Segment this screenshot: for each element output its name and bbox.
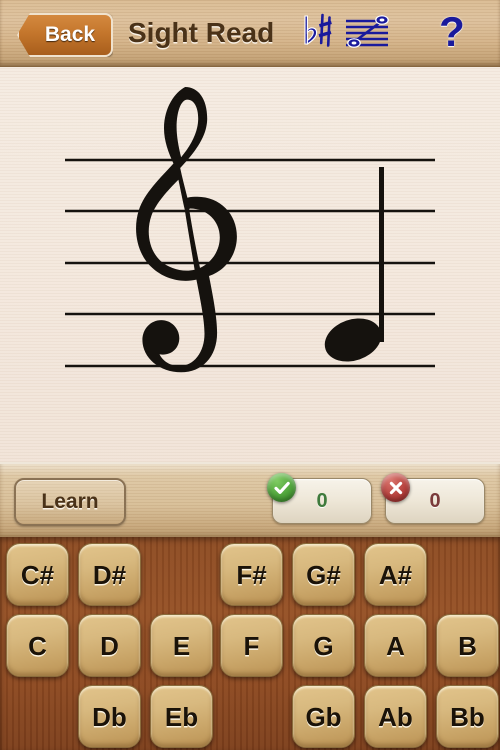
note-key[interactable]: C bbox=[6, 614, 69, 677]
note-key[interactable]: Db bbox=[78, 685, 141, 748]
note-key-label: Eb bbox=[164, 701, 199, 732]
note-key[interactable]: D# bbox=[78, 543, 141, 606]
note-key-label: G# bbox=[306, 559, 341, 590]
note-key[interactable]: E bbox=[150, 614, 213, 677]
back-button-label: Back bbox=[44, 23, 96, 46]
note-key-label: Gb bbox=[305, 701, 342, 732]
note-key[interactable]: F# bbox=[220, 543, 283, 606]
note-key-label: C# bbox=[20, 559, 55, 590]
note-key-label: Bb bbox=[450, 701, 485, 732]
note-key[interactable]: F bbox=[220, 614, 283, 677]
note-key-label: D bbox=[100, 630, 119, 661]
note-key-label: C bbox=[28, 630, 47, 661]
music-staff bbox=[65, 87, 435, 373]
note-key-label: B bbox=[458, 630, 477, 661]
note-key-label: Db bbox=[92, 701, 127, 732]
back-button[interactable]: Back bbox=[17, 13, 113, 57]
question-mark-icon[interactable]: ? bbox=[432, 6, 472, 58]
note-key[interactable]: G bbox=[292, 614, 355, 677]
note-key-label: A bbox=[386, 630, 405, 661]
note-key[interactable]: A# bbox=[364, 543, 427, 606]
learn-button[interactable]: Learn bbox=[14, 478, 126, 526]
note-key-label: F# bbox=[236, 559, 267, 590]
note-stem bbox=[379, 167, 384, 342]
note-key[interactable]: G# bbox=[292, 543, 355, 606]
note-key-label: F bbox=[243, 630, 260, 661]
correct-score-value: 0 bbox=[316, 489, 328, 512]
note-key[interactable]: Gb bbox=[292, 685, 355, 748]
control-bar: Learn 0 0 bbox=[0, 462, 500, 539]
page-title: Sight Read bbox=[128, 17, 275, 48]
treble-clef-icon bbox=[136, 87, 237, 373]
note-key-label: Ab bbox=[378, 701, 413, 732]
wrong-score-value: 0 bbox=[429, 489, 441, 512]
note-head bbox=[324, 318, 382, 362]
note-key-label: G bbox=[313, 630, 334, 661]
flat-sharp-icon[interactable] bbox=[297, 6, 339, 58]
note-key[interactable]: B bbox=[436, 614, 499, 677]
app-root: Back Sight Read ? Learn 0 0 C# D# F# G# … bbox=[0, 0, 500, 750]
note-key[interactable]: A bbox=[364, 614, 427, 677]
check-circle-icon bbox=[267, 473, 296, 502]
note-key[interactable]: D bbox=[78, 614, 141, 677]
x-circle-icon bbox=[381, 473, 410, 502]
note-key-label: A# bbox=[378, 559, 413, 590]
note-key[interactable]: Ab bbox=[364, 685, 427, 748]
staff-area bbox=[0, 67, 500, 464]
note-key-label: D# bbox=[92, 559, 127, 590]
learn-button-label: Learn bbox=[41, 490, 99, 513]
note-key[interactable]: Eb bbox=[150, 685, 213, 748]
note-keypad: C# D# F# G# A# C D E F G A B Db Eb Gb Ab Bb bbox=[0, 537, 500, 750]
note-key-label: E bbox=[172, 630, 191, 661]
note-key[interactable]: C# bbox=[6, 543, 69, 606]
note-head-and-stem bbox=[324, 167, 384, 362]
note-key[interactable]: Bb bbox=[436, 685, 499, 748]
header-bar: Back Sight Read ? bbox=[0, 0, 500, 69]
staff-range-icon[interactable] bbox=[343, 6, 391, 58]
